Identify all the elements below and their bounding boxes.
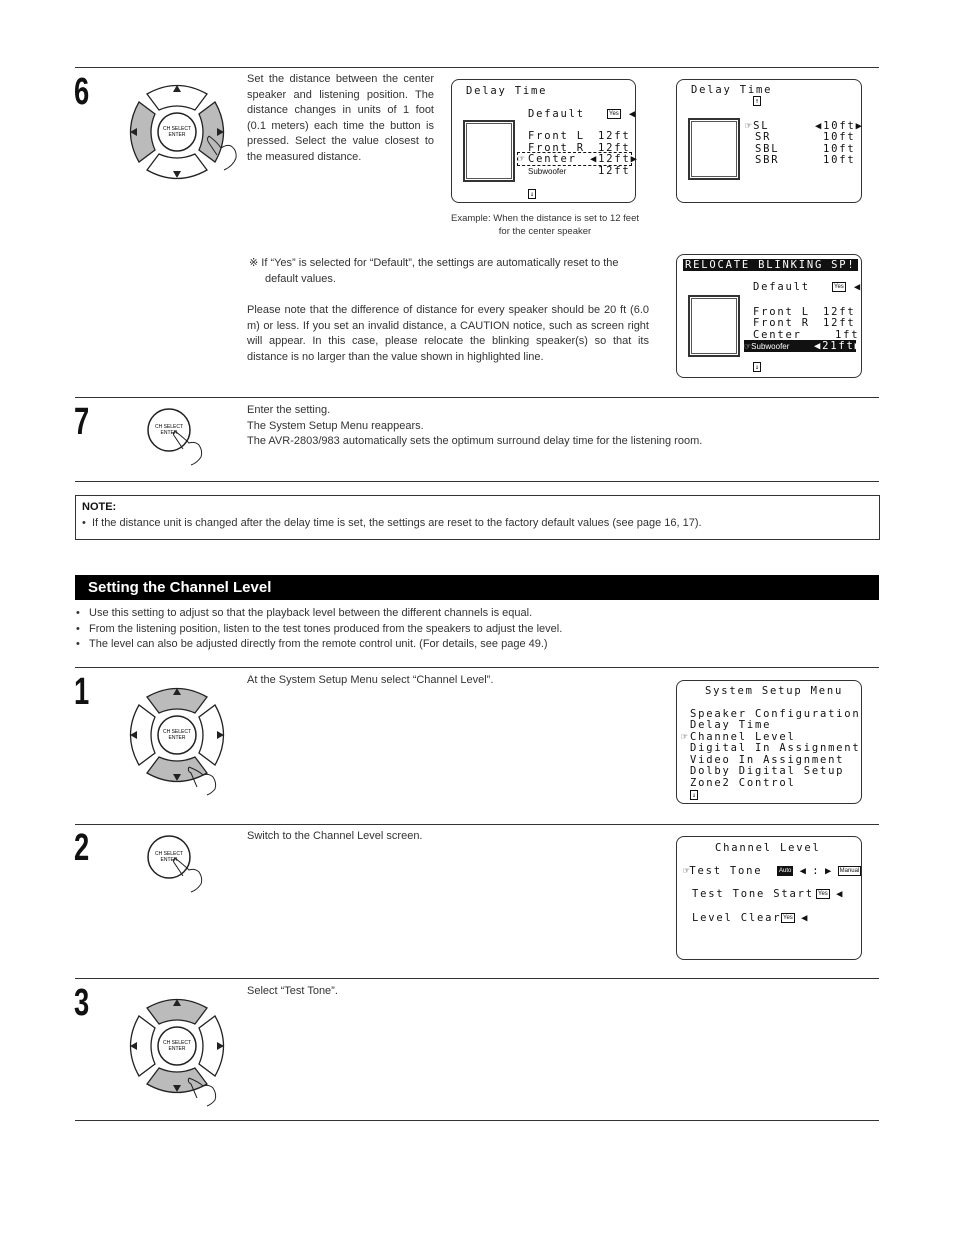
osd-title: System Setup Menu (705, 685, 844, 697)
section-bullets: Use this setting to adjust so that the p… (75, 606, 562, 653)
divider (75, 67, 879, 68)
auto-option: Auto (777, 866, 794, 876)
svg-text:ENTER: ENTER (169, 1046, 186, 1052)
bullet-item: From the listening position, listen to t… (75, 622, 562, 638)
step6-instruction: Set the distance between the center spea… (247, 73, 434, 163)
divider (75, 978, 879, 979)
osd-title: Channel Level (715, 842, 821, 854)
screen-caption: Example: When the distance is set to 12 … (451, 213, 639, 237)
osd-delay-time-surround: Delay Time ↑ ☞SL ◀10ft▶ SR 10ft SBL 10ft… (676, 79, 862, 203)
svg-text:ENTER: ENTER (169, 735, 186, 741)
step-number: 3 (74, 982, 90, 1024)
remote-enter-button-illustration: CH SELECT ENTER (147, 835, 203, 893)
scroll-down-icon: ↓ (690, 790, 698, 800)
speaker-room-diagram (688, 118, 740, 180)
step7-instruction: Enter the setting. The System Setup Menu… (247, 404, 703, 447)
menu-item: Dolby Digital Setup (690, 765, 845, 777)
osd-system-setup-menu: System Setup Menu Speaker Configuration … (676, 680, 862, 804)
remote-dpad-down-illustration: CH SELECT ENTER (129, 687, 225, 796)
cl-step3-instruction: Select “Test Tone”. (247, 985, 338, 997)
selector-pointer-icon: ☞ (681, 731, 688, 743)
highlighted-row-subwoofer: ☞Subwoofer ◀21ft▶ (744, 340, 863, 352)
step-number: 1 (74, 671, 90, 713)
menu-item: Digital In Assignment (690, 742, 861, 754)
osd-title: Delay Time (466, 85, 548, 97)
remote-enter-button-illustration: CH SELECT ENTER (147, 408, 203, 466)
bullet-item: The level can also be adjusted directly … (75, 637, 562, 653)
section-title: Setting the Channel Level (75, 575, 879, 600)
osd-channel-level: Channel Level ☞Test Tone Auto ◀ : ▶ Manu… (676, 836, 862, 960)
scroll-down-icon: ↓ (528, 189, 536, 199)
divider (75, 397, 879, 398)
note-text: • If the distance unit is changed after … (82, 517, 702, 529)
scroll-down-icon: ↓ (753, 362, 761, 372)
note-heading: NOTE: (82, 501, 117, 513)
remote-dpad-down-illustration: CH SELECT ENTER (129, 998, 225, 1107)
svg-text:ENTER: ENTER (169, 132, 186, 138)
divider (75, 1120, 879, 1121)
divider (75, 824, 879, 825)
bullet-item: Use this setting to adjust so that the p… (75, 606, 562, 622)
menu-item: Zone2 Control (690, 777, 796, 789)
caution-note: Please note that the difference of dista… (247, 304, 649, 363)
note-box: NOTE: • If the distance unit is changed … (75, 495, 880, 540)
default-reset-note: ※ If “Yes” is selected for “Default”, th… (249, 257, 619, 285)
speaker-room-diagram (688, 295, 740, 357)
divider (75, 481, 879, 482)
osd-relocate-caution: RELOCATE BLINKING SP! Default Yes ◀ Fron… (676, 254, 862, 378)
step-number: 2 (74, 827, 90, 869)
default-yes-tag: Yes (607, 109, 621, 119)
step-number: 7 (74, 401, 90, 443)
cl-step2-instruction: Switch to the Channel Level screen. (247, 830, 423, 842)
caution-banner: RELOCATE BLINKING SP! (683, 259, 858, 271)
osd-delay-time-front: Delay Time Default Yes ◀ Front L 12ft Fr… (451, 79, 637, 203)
speaker-room-diagram (463, 120, 515, 182)
step-number: 6 (74, 71, 90, 113)
menu-item: Delay Time (690, 719, 772, 731)
divider (75, 667, 879, 668)
remote-dpad-left-right-illustration: CH SELECT ENTER (129, 84, 237, 180)
manual-option: Manual (837, 866, 862, 876)
scroll-up-icon: ↑ (753, 96, 761, 106)
cl-step1-instruction: At the System Setup Menu select “Channel… (247, 674, 494, 686)
